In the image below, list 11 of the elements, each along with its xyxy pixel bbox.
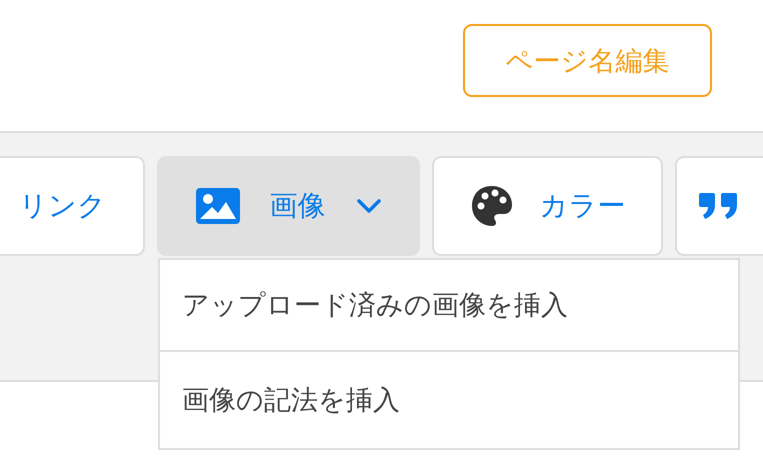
chevron-down-icon: [356, 198, 382, 214]
menu-item[interactable]: 画像の記法を挿入: [160, 350, 738, 448]
quote-icon: [699, 193, 737, 219]
menu-item[interactable]: アップロード済みの画像を挿入: [160, 260, 738, 350]
toolbar-button[interactable]: リンク: [0, 156, 145, 256]
quote-button[interactable]: [675, 156, 763, 256]
image-icon: [196, 188, 240, 224]
edit-page-name-button[interactable]: ページ名編集: [463, 24, 712, 97]
palette-icon: [470, 184, 514, 228]
toolbar-button[interactable]: 画像: [157, 156, 420, 256]
toolbar-button[interactable]: カラー: [432, 156, 663, 256]
